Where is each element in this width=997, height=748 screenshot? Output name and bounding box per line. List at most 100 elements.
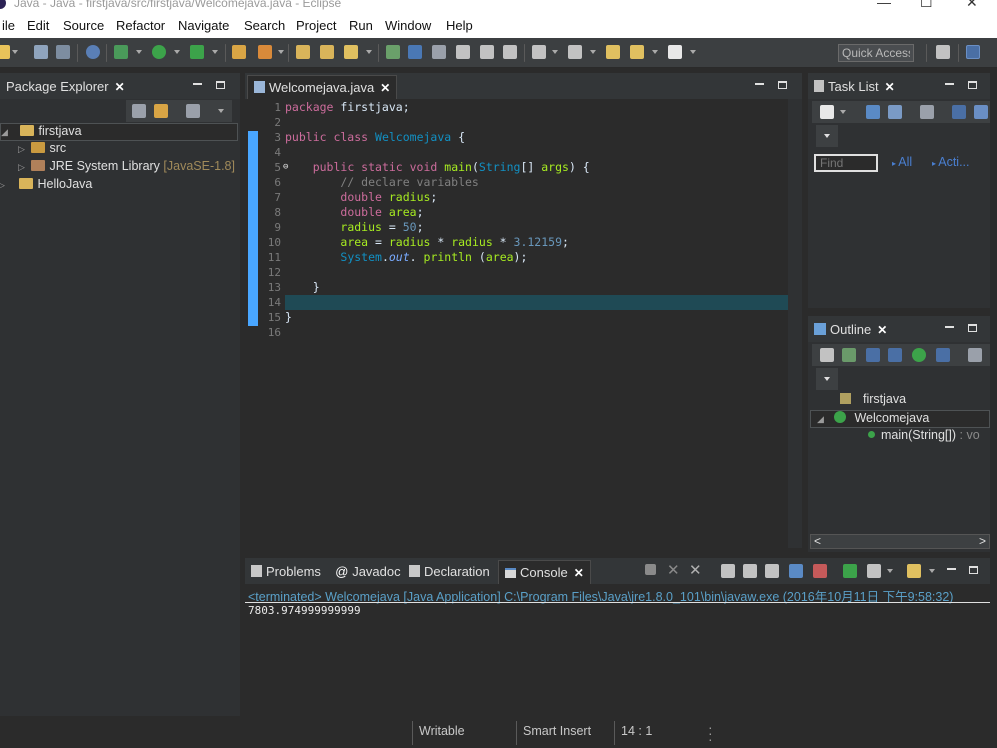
collapse-all-icon[interactable] bbox=[132, 104, 146, 118]
tab-problems[interactable]: Problems bbox=[245, 560, 327, 584]
minimize-icon[interactable] bbox=[945, 83, 954, 85]
debug-icon[interactable] bbox=[114, 45, 128, 59]
new-dropdown-icon[interactable] bbox=[12, 50, 18, 54]
tree-row-jre-library[interactable]: ▷ JRE System Library [JavaSE-1.8] bbox=[18, 159, 235, 177]
tab-javadoc[interactable]: @ Javadoc bbox=[329, 560, 407, 584]
maximize-icon[interactable] bbox=[216, 81, 225, 89]
scroll-lock-icon[interactable] bbox=[743, 564, 757, 578]
scheduled-icon[interactable] bbox=[888, 105, 902, 119]
new-class-icon[interactable] bbox=[258, 45, 272, 59]
tab-console[interactable]: Console ✕ bbox=[498, 560, 591, 584]
java-perspective-icon[interactable] bbox=[966, 45, 980, 59]
save-icon[interactable] bbox=[34, 45, 48, 59]
back-dropdown-icon[interactable] bbox=[652, 50, 658, 54]
focus-icon[interactable] bbox=[920, 105, 934, 119]
minimize-icon[interactable] bbox=[193, 83, 202, 85]
menu-window[interactable]: Window bbox=[385, 18, 431, 33]
close-window-button[interactable]: ✕ bbox=[966, 0, 978, 11]
save-all-icon[interactable] bbox=[56, 45, 70, 59]
editor-vertical-scrollbar[interactable] bbox=[788, 99, 802, 548]
show-on-stdout-icon[interactable] bbox=[789, 564, 803, 578]
new-class-dropdown-icon[interactable] bbox=[278, 50, 284, 54]
tab-package-explorer[interactable]: Package Explorer ✕ bbox=[0, 75, 131, 99]
focus-icon[interactable] bbox=[968, 348, 982, 362]
open-task-icon[interactable] bbox=[320, 45, 334, 59]
sync-icon[interactable] bbox=[974, 105, 988, 119]
breadcrumb-icon[interactable] bbox=[456, 45, 470, 59]
minimize-window-button[interactable]: — bbox=[877, 0, 891, 10]
java-editor[interactable]: Welcomejava.java ✕ 1 2 3 4 5 ⊖ 6 7 8 9 10 … bbox=[245, 73, 802, 548]
tab-outline[interactable]: Outline ✕ bbox=[808, 318, 893, 342]
close-icon[interactable]: ✕ bbox=[885, 80, 895, 94]
outline-item-package[interactable]: firstjava bbox=[840, 392, 906, 410]
hide-completed-icon[interactable] bbox=[952, 105, 966, 119]
close-icon[interactable]: ✕ bbox=[115, 80, 125, 94]
pin-console-icon[interactable] bbox=[843, 564, 857, 578]
maximize-icon[interactable] bbox=[968, 324, 977, 332]
collapsed-toggle-icon[interactable]: ▷ bbox=[0, 180, 8, 191]
hide-fields-icon[interactable] bbox=[866, 348, 880, 362]
open-console-dropdown-icon[interactable] bbox=[929, 569, 935, 573]
outline-item-class[interactable]: ◢ Welcomejava bbox=[810, 410, 990, 428]
menu-navigate[interactable]: Navigate bbox=[178, 18, 229, 33]
new-java-project-icon[interactable] bbox=[232, 45, 246, 59]
scroll-right-icon[interactable]: > bbox=[979, 534, 986, 548]
all-link[interactable]: ▸ All bbox=[892, 155, 912, 169]
debug-dropdown-icon[interactable] bbox=[136, 50, 142, 54]
open-console-icon[interactable] bbox=[907, 564, 921, 578]
tree-row-src[interactable]: ▷ src bbox=[18, 141, 66, 159]
maximize-icon[interactable] bbox=[968, 81, 977, 89]
close-icon[interactable]: ✕ bbox=[877, 323, 887, 337]
mark-occurrences-icon[interactable] bbox=[408, 45, 422, 59]
menu-edit[interactable]: Edit bbox=[27, 18, 49, 33]
hide-local-types-icon[interactable] bbox=[936, 348, 950, 362]
menu-search[interactable]: Search bbox=[244, 18, 285, 33]
view-menu-icon[interactable] bbox=[824, 377, 830, 381]
tree-row-hellojava[interactable]: ▷ HelloJava bbox=[0, 177, 92, 195]
previous-annotation-icon[interactable] bbox=[568, 45, 582, 59]
previous-annotation-dropdown-icon[interactable] bbox=[590, 50, 596, 54]
display-console-dropdown-icon[interactable] bbox=[887, 569, 893, 573]
hide-static-icon[interactable] bbox=[888, 348, 902, 362]
collapsed-toggle-icon[interactable]: ▷ bbox=[18, 144, 28, 155]
back-icon[interactable] bbox=[630, 45, 644, 59]
forward-icon[interactable] bbox=[668, 45, 682, 59]
new-task-icon[interactable] bbox=[820, 105, 834, 119]
new-icon[interactable] bbox=[0, 45, 10, 59]
menu-run[interactable]: Run bbox=[349, 18, 373, 33]
word-wrap-icon[interactable] bbox=[480, 45, 494, 59]
tab-declaration[interactable]: Declaration bbox=[403, 560, 496, 584]
run-dropdown-icon[interactable] bbox=[174, 50, 180, 54]
close-icon[interactable]: ✕ bbox=[574, 566, 584, 580]
remove-launch-icon[interactable]: ✕ bbox=[667, 561, 680, 579]
skip-breakpoints-icon[interactable] bbox=[86, 45, 100, 59]
word-wrap-icon[interactable] bbox=[765, 564, 779, 578]
collapse-all-icon[interactable] bbox=[820, 348, 834, 362]
focus-on-active-task-icon[interactable] bbox=[186, 104, 200, 118]
minimize-icon[interactable] bbox=[947, 568, 956, 570]
tab-welcomejava[interactable]: Welcomejava.java ✕ bbox=[247, 75, 398, 99]
last-edit-icon[interactable] bbox=[606, 45, 620, 59]
status-drag-handle-icon[interactable]: · · · bbox=[708, 720, 713, 746]
collapsed-toggle-icon[interactable]: ▷ bbox=[18, 162, 28, 173]
annotation-icon[interactable] bbox=[386, 45, 400, 59]
outline-item-method[interactable]: main(String[]) : vo bbox=[868, 428, 980, 446]
external-tools-icon[interactable] bbox=[190, 45, 204, 59]
show-whitespace-icon[interactable] bbox=[503, 45, 517, 59]
code-area[interactable]: package firstjava; public class Welcomej… bbox=[285, 100, 788, 340]
quick-access-input[interactable] bbox=[838, 44, 914, 62]
categorized-icon[interactable] bbox=[866, 105, 880, 119]
forward-dropdown-icon[interactable] bbox=[690, 50, 696, 54]
sort-icon[interactable] bbox=[842, 348, 856, 362]
open-perspective-icon[interactable] bbox=[936, 45, 950, 59]
close-icon[interactable]: ✕ bbox=[380, 81, 390, 95]
expanded-toggle-icon[interactable]: ◢ bbox=[1, 127, 11, 138]
maximize-window-button[interactable]: ☐ bbox=[920, 0, 933, 11]
display-console-icon[interactable] bbox=[867, 564, 881, 578]
menu-source[interactable]: Source bbox=[63, 18, 104, 33]
find-task-input[interactable] bbox=[814, 154, 878, 172]
search-dropdown-icon[interactable] bbox=[366, 50, 372, 54]
hide-non-public-icon[interactable] bbox=[912, 348, 926, 362]
minimize-icon[interactable] bbox=[945, 326, 954, 328]
toggle-block-icon[interactable] bbox=[432, 45, 446, 59]
